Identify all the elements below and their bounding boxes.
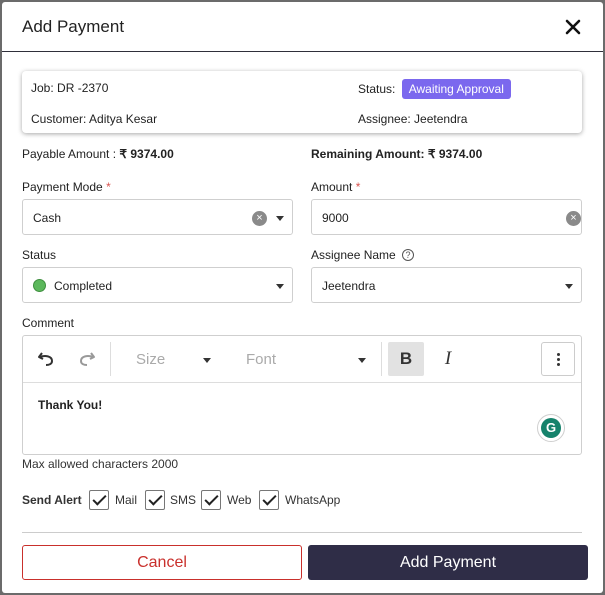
status-label: Status: — [358, 82, 396, 96]
editor-toolbar: Size Font B I — [23, 336, 581, 383]
comment-label: Comment — [22, 316, 75, 330]
more-vertical-icon — [557, 353, 560, 356]
toolbar-separator — [110, 342, 111, 376]
payable-amount: Payable Amount : ₹ 9374.00 — [22, 147, 174, 161]
chevron-down-icon[interactable] — [358, 358, 366, 363]
toolbar-separator — [381, 342, 382, 376]
customer-info: Customer: Aditya Kesar — [31, 112, 157, 126]
job-info: Job: DR -2370 — [31, 81, 108, 95]
italic-button[interactable]: I — [434, 342, 462, 376]
assignee-name-label: Assignee Name ? — [311, 248, 415, 262]
assignee-value: Jeetendra — [414, 112, 468, 126]
remaining-amount: Remaining Amount: ₹ 9374.00 — [311, 147, 482, 161]
redo-icon[interactable] — [78, 350, 96, 368]
payment-mode-value: Cash — [33, 211, 62, 225]
payable-label: Payable Amount : — [22, 147, 117, 161]
status-select[interactable]: Completed — [22, 267, 293, 303]
required-marker: * — [355, 180, 361, 194]
customer-value: Aditya Kesar — [89, 112, 158, 126]
job-value: DR -2370 — [57, 81, 109, 95]
web-label: Web — [227, 493, 252, 507]
clear-icon[interactable]: × — [566, 211, 581, 226]
job-label: Job: — [31, 81, 54, 95]
chevron-down-icon[interactable] — [276, 284, 284, 289]
more-vertical-icon — [557, 358, 560, 361]
more-vertical-icon — [557, 363, 560, 366]
assignee-label: Assignee: — [358, 112, 411, 126]
web-checkbox[interactable] — [201, 490, 221, 510]
add-payment-modal: Add Payment Job: DR -2370 Status: Awaiti… — [2, 2, 603, 593]
amount-input[interactable]: 9000 × — [311, 199, 582, 235]
amount-label-text: Amount — [311, 180, 353, 194]
close-icon[interactable] — [562, 16, 584, 38]
chevron-down-icon[interactable] — [203, 358, 211, 363]
whatsapp-checkbox[interactable] — [259, 490, 279, 510]
grammarly-icon-inner: G — [541, 418, 561, 438]
assignee-select-value: Jeetendra — [322, 279, 376, 293]
add-payment-button[interactable]: Add Payment — [308, 545, 588, 580]
size-dropdown[interactable]: Size — [136, 351, 165, 368]
sms-checkbox[interactable] — [145, 490, 165, 510]
comment-editor: Size Font B I Thank You! G — [22, 335, 582, 455]
status-completed-dot — [33, 279, 46, 292]
sms-label: SMS — [170, 493, 197, 507]
job-info-card: Job: DR -2370 Status: Awaiting Approval … — [22, 71, 582, 133]
payment-mode-label: Payment Mode * — [22, 180, 111, 194]
payable-value: ₹ 9374.00 — [119, 147, 174, 161]
assignee-name-label-text: Assignee Name — [311, 248, 396, 262]
send-alert-label: Send Alert — [22, 493, 82, 507]
mail-label: Mail — [115, 493, 138, 507]
chevron-down-icon[interactable] — [565, 284, 573, 289]
amount-label: Amount * — [311, 180, 360, 194]
more-options-button[interactable] — [541, 342, 575, 376]
grammarly-icon[interactable]: G — [537, 414, 565, 442]
comment-text[interactable]: Thank You! — [38, 398, 102, 412]
status-select-value: Completed — [54, 279, 113, 293]
max-chars-hint: Max allowed characters 2000 — [22, 457, 179, 471]
mail-checkbox[interactable] — [89, 490, 109, 510]
required-marker: * — [106, 180, 111, 194]
payment-mode-select[interactable]: Cash × — [22, 199, 293, 235]
status-badge: Awaiting Approval — [401, 79, 511, 99]
payment-mode-label-text: Payment Mode — [22, 180, 103, 194]
whatsapp-label: WhatsApp — [285, 493, 341, 507]
footer-divider — [22, 532, 582, 533]
help-icon[interactable]: ? — [402, 249, 415, 261]
clear-icon[interactable]: × — [252, 211, 267, 226]
status-info: Status: Awaiting Approval — [358, 79, 511, 99]
bold-button[interactable]: B — [388, 342, 424, 376]
status-field-label: Status — [22, 248, 57, 262]
modal-title: Add Payment — [22, 17, 125, 36]
modal-header: Add Payment — [2, 2, 603, 52]
font-dropdown[interactable]: Font — [246, 351, 276, 368]
remaining-value: ₹ 9374.00 — [427, 147, 483, 161]
chevron-down-icon[interactable] — [276, 216, 284, 221]
assignee-info: Assignee: Jeetendra — [358, 112, 467, 126]
remaining-label: Remaining Amount: — [311, 147, 425, 161]
amount-value: 9000 — [322, 211, 349, 225]
font-dropdown-label: Font — [246, 351, 277, 368]
size-dropdown-label: Size — [136, 351, 166, 368]
cancel-button[interactable]: Cancel — [22, 545, 302, 580]
undo-icon[interactable] — [37, 350, 55, 368]
customer-label: Customer: — [31, 112, 87, 126]
assignee-select[interactable]: Jeetendra — [311, 267, 582, 303]
